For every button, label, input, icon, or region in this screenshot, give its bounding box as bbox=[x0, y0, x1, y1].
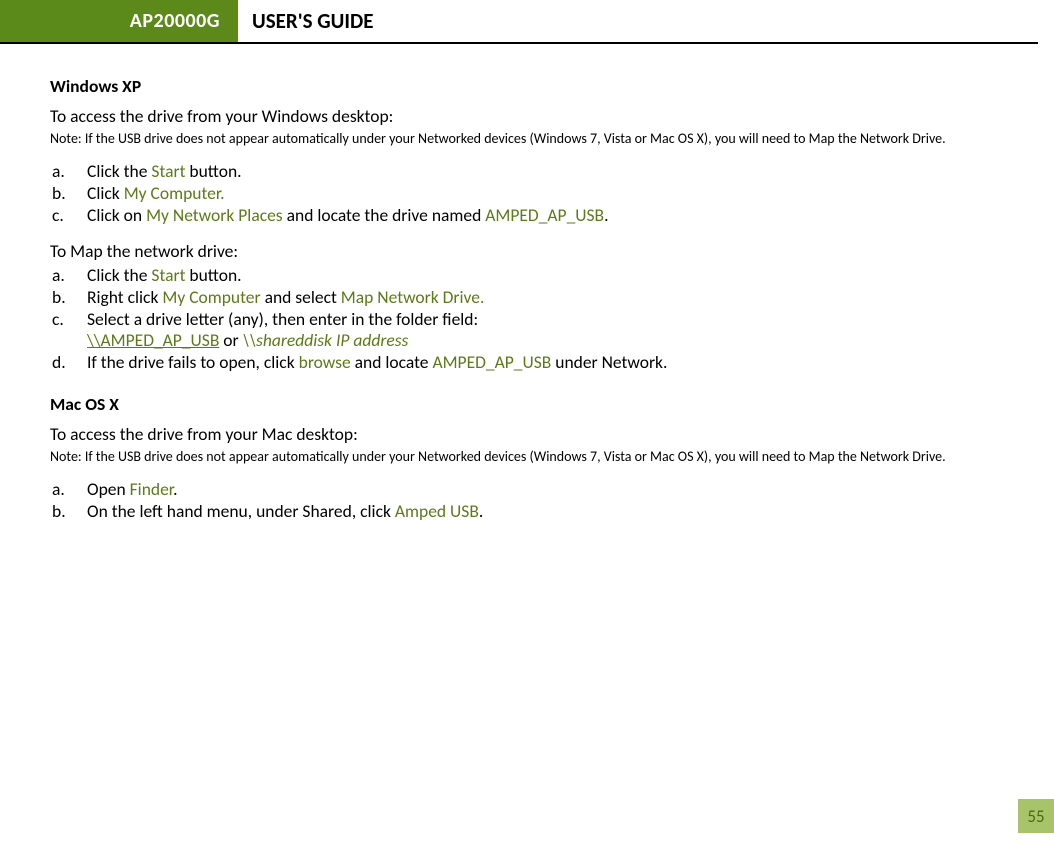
text: . bbox=[479, 500, 483, 522]
ui-term: My Network Places bbox=[146, 204, 283, 226]
list-body: Click My Computer. bbox=[87, 183, 1004, 205]
list-marker: b. bbox=[50, 183, 87, 205]
ui-term: Start bbox=[151, 264, 185, 286]
ui-term: AMPED_AP_USB bbox=[432, 351, 551, 373]
ui-term: AMPED_AP_USB bbox=[485, 204, 604, 226]
text: On the left hand menu, under Shared, cli… bbox=[87, 500, 395, 522]
text: Click on bbox=[87, 204, 146, 226]
list-marker: d. bbox=[50, 352, 87, 374]
page-content: Windows XP To access the drive from your… bbox=[0, 44, 1054, 523]
text: Open bbox=[87, 478, 130, 500]
text: Right click bbox=[87, 286, 162, 308]
winxp-intro: To access the drive from your Windows de… bbox=[50, 106, 1004, 128]
text: . bbox=[173, 478, 177, 500]
list-item: c. Select a drive letter (any), then ent… bbox=[50, 309, 1004, 353]
text: Select a drive letter (any), then enter … bbox=[87, 309, 1004, 331]
list-body: Open Finder. bbox=[87, 479, 1004, 501]
text: and select bbox=[261, 286, 341, 308]
text: Click the bbox=[87, 160, 151, 182]
mac-heading: Mac OS X bbox=[50, 394, 1004, 416]
ui-term: Start bbox=[151, 160, 185, 182]
text: and locate the drive named bbox=[283, 204, 486, 226]
list-body: If the drive fails to open, click browse… bbox=[87, 352, 1004, 374]
ui-term: Map Network Drive. bbox=[341, 286, 485, 308]
text: and locate bbox=[351, 351, 433, 373]
winxp-map-list: a. Click the Start button. b. Right clic… bbox=[50, 265, 1004, 374]
list-item: a. Click the Start button. bbox=[50, 161, 1004, 183]
list-body: Select a drive letter (any), then enter … bbox=[87, 309, 1004, 353]
winxp-note: Note: If the USB drive does not appear a… bbox=[50, 130, 1004, 148]
ui-term: My Computer. bbox=[124, 182, 225, 204]
list-item: b. Right click My Computer and select Ma… bbox=[50, 287, 1004, 309]
list-marker: c. bbox=[50, 205, 87, 227]
winxp-access-list: a. Click the Start button. b. Click My C… bbox=[50, 161, 1004, 227]
unc-path: \\AMPED_AP_USB bbox=[87, 329, 219, 351]
list-item: a. Click the Start button. bbox=[50, 265, 1004, 287]
mac-note: Note: If the USB drive does not appear a… bbox=[50, 448, 1004, 466]
header-title: USER'S GUIDE bbox=[238, 8, 373, 34]
text: Click bbox=[87, 182, 124, 204]
ui-term: browse bbox=[299, 351, 351, 373]
list-body: Click the Start button. bbox=[87, 161, 1004, 183]
text: under Network. bbox=[551, 351, 667, 373]
winxp-heading: Windows XP bbox=[50, 76, 1004, 98]
list-item: b. Click My Computer. bbox=[50, 183, 1004, 205]
list-item: b. On the left hand menu, under Shared, … bbox=[50, 501, 1004, 523]
list-body: Right click My Computer and select Map N… bbox=[87, 287, 1004, 309]
header-bar: AP20000G USER'S GUIDE bbox=[0, 0, 1038, 44]
text: or bbox=[219, 329, 242, 351]
list-item: d. If the drive fails to open, click bro… bbox=[50, 352, 1004, 374]
mac-intro: To access the drive from your Mac deskto… bbox=[50, 424, 1004, 446]
list-item: c. Click on My Network Places and locate… bbox=[50, 205, 1004, 227]
text: Click the bbox=[87, 264, 151, 286]
mac-access-list: a. Open Finder. b. On the left hand menu… bbox=[50, 479, 1004, 523]
list-marker: a. bbox=[50, 265, 87, 287]
list-marker: c. bbox=[50, 309, 87, 353]
ui-term: My Computer bbox=[162, 286, 260, 308]
list-marker: a. bbox=[50, 161, 87, 183]
list-body: On the left hand menu, under Shared, cli… bbox=[87, 501, 1004, 523]
text: If the drive fails to open, click bbox=[87, 351, 299, 373]
ui-term: Finder bbox=[130, 478, 174, 500]
unc-path: \\shareddisk IP address bbox=[243, 329, 409, 351]
winxp-map-intro: To Map the network drive: bbox=[50, 241, 1004, 263]
ui-term: Amped USB bbox=[395, 500, 479, 522]
text: button. bbox=[185, 264, 241, 286]
list-marker: b. bbox=[50, 287, 87, 309]
list-item: a. Open Finder. bbox=[50, 479, 1004, 501]
page-number: 55 bbox=[1018, 799, 1054, 833]
list-body: Click the Start button. bbox=[87, 265, 1004, 287]
header-model: AP20000G bbox=[0, 0, 238, 42]
text: button. bbox=[185, 160, 241, 182]
list-body: Click on My Network Places and locate th… bbox=[87, 205, 1004, 227]
list-marker: a. bbox=[50, 479, 87, 501]
text: . bbox=[604, 204, 608, 226]
list-marker: b. bbox=[50, 501, 87, 523]
